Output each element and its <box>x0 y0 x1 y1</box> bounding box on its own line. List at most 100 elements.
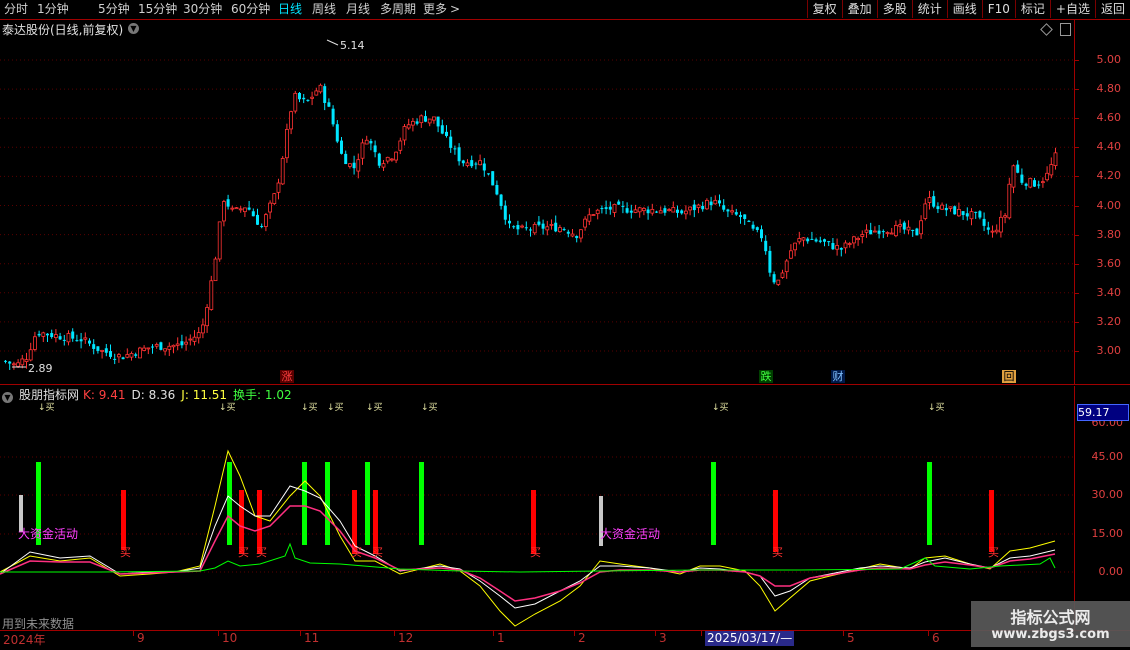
tool-button-1[interactable]: 叠加 <box>841 0 877 18</box>
top-signal-marker: ↓买 <box>421 402 438 413</box>
indicator-name[interactable]: 股朋指标网 <box>19 388 79 402</box>
timeframe-tab-7[interactable]: 周线 <box>312 1 336 18</box>
tool-button-0[interactable]: 复权 <box>806 0 842 18</box>
candle-body <box>864 229 869 233</box>
candle-body <box>743 214 747 219</box>
candle-body <box>583 218 587 228</box>
candle-body <box>965 213 969 217</box>
timeframe-tab-8[interactable]: 月线 <box>346 1 370 18</box>
candle-body <box>16 362 21 367</box>
candle-body <box>11 363 16 366</box>
candle-body <box>906 226 911 231</box>
date-label: 11 <box>304 631 320 645</box>
timeframe-tab-4[interactable]: 30分钟 <box>183 1 222 18</box>
candle-body <box>356 159 361 172</box>
top-signal-marker: ↓买 <box>219 402 236 413</box>
date-label: 2025/03/17/— <box>705 631 795 646</box>
candle-body <box>159 342 163 350</box>
candle-body <box>625 208 629 213</box>
candle-body <box>575 236 579 239</box>
price-label: 4.00 <box>1096 198 1122 212</box>
candle-body <box>41 332 46 337</box>
candle-body <box>1041 181 1045 184</box>
candle-body <box>680 210 684 214</box>
tool-button-7[interactable]: +自选 <box>1049 0 1095 18</box>
indicator-chart[interactable]: ↓买 ↓买 ↓买 ↓买 ↓买 ↓买 ↓买 ↓买买买买买买买买买大资金活动 大资金活动 <box>0 386 1074 630</box>
price-tick <box>1075 292 1079 294</box>
candle-body <box>247 207 251 210</box>
title-dropdown-icon[interactable]: ▼ <box>128 23 139 34</box>
buy-signal-label: 买 <box>120 546 131 559</box>
date-tick <box>133 631 134 636</box>
candle-body <box>385 156 390 162</box>
candle-body <box>701 205 705 210</box>
tool-button-3[interactable]: 统计 <box>911 0 947 18</box>
candle-body <box>915 228 919 236</box>
candle-body <box>751 224 755 229</box>
candle-body <box>196 332 201 339</box>
candle-body <box>885 232 890 234</box>
top-signal-marker: ↓买 <box>327 402 344 413</box>
stock-title[interactable]: 泰达股份(日线,前复权) <box>2 21 123 38</box>
candle-body <box>1011 165 1016 188</box>
timeframe-tab-9[interactable]: 多周期 <box>380 1 416 18</box>
candle-body <box>873 230 877 233</box>
candle-body <box>323 86 327 103</box>
event-marker[interactable]: 财 <box>831 370 845 383</box>
candle-body <box>394 151 399 161</box>
candle-body <box>784 260 789 273</box>
candle-body <box>495 184 499 195</box>
date-label: 12 <box>398 631 414 645</box>
event-marker[interactable]: 涨 <box>280 370 294 383</box>
timeframe-tab-0[interactable]: 分时 <box>4 1 28 18</box>
panel-toggle-icon[interactable] <box>1060 23 1071 36</box>
indicator-dropdown-icon[interactable]: ▼ <box>2 392 13 403</box>
more-chevron-icon[interactable]: > <box>450 1 460 18</box>
candle-body <box>789 250 793 259</box>
candle-body <box>209 280 214 310</box>
candle-body <box>129 353 134 358</box>
signal-green-bar <box>365 462 370 545</box>
tool-button-4[interactable]: 画线 <box>946 0 982 18</box>
candle-body <box>780 272 785 278</box>
k-line <box>0 485 1056 609</box>
candlestick-chart[interactable]: 5.14 2.89 <box>0 20 1074 384</box>
candle-body <box>109 351 112 357</box>
candle-body <box>1003 215 1007 218</box>
event-marker[interactable]: 跌 <box>759 370 773 383</box>
price-axis: 5.00 4.80 4.60 4.40 4.20 4.00 3.80 3.60 3.40 3.20… <box>1074 20 1130 384</box>
tool-button-5[interactable]: F10 <box>981 0 1015 18</box>
candle-body <box>184 341 189 345</box>
buy-signal-label: 买 <box>988 546 999 559</box>
timeframe-tab-2[interactable]: 5分钟 <box>98 1 130 18</box>
tool-button-8[interactable]: 返回 <box>1094 0 1130 18</box>
candle-body <box>936 206 940 210</box>
date-label: 2 <box>578 631 586 645</box>
price-label: 3.40 <box>1096 285 1122 299</box>
buy-signal-label: 买 <box>530 546 541 559</box>
buy-signal-bar <box>989 490 994 552</box>
event-marker[interactable]: 回 <box>1002 370 1016 383</box>
candle-body <box>545 226 550 231</box>
timeframe-tab-6[interactable]: 日线 <box>278 1 302 18</box>
signal-green-bar <box>927 462 932 545</box>
candle-body <box>104 348 108 353</box>
timeframe-tab-1[interactable]: 1分钟 <box>37 1 69 18</box>
candle-body <box>856 237 860 241</box>
candle-body <box>440 125 444 134</box>
candle-body <box>306 99 310 101</box>
timeframe-tab-10[interactable]: 更多 <box>423 1 447 18</box>
price-tick <box>1075 351 1079 352</box>
tool-button-6[interactable]: 标记 <box>1014 0 1050 18</box>
tool-button-2[interactable]: 多股 <box>876 0 912 18</box>
buy-signal-label: 买 <box>372 546 383 559</box>
candle-body <box>566 231 570 234</box>
candle-body <box>100 350 104 352</box>
timeframe-tab-5[interactable]: 60分钟 <box>231 1 270 18</box>
candlestick-panel[interactable]: 5.14 2.89 泰达股份(日线,前复权) ▼ 涨 跌 财 回 <box>0 20 1074 384</box>
candle-body <box>83 337 88 340</box>
timeframe-tab-3[interactable]: 15分钟 <box>138 1 177 18</box>
top-signal-marker: ↓买 <box>38 402 55 413</box>
candle-body <box>537 221 541 225</box>
indicator-panel[interactable]: ↓买 ↓买 ↓买 ↓买 ↓买 ↓买 ↓买 ↓买买买买买买买买买大资金活动 大资金活动 ▼ 股朋指标… <box>0 386 1074 630</box>
